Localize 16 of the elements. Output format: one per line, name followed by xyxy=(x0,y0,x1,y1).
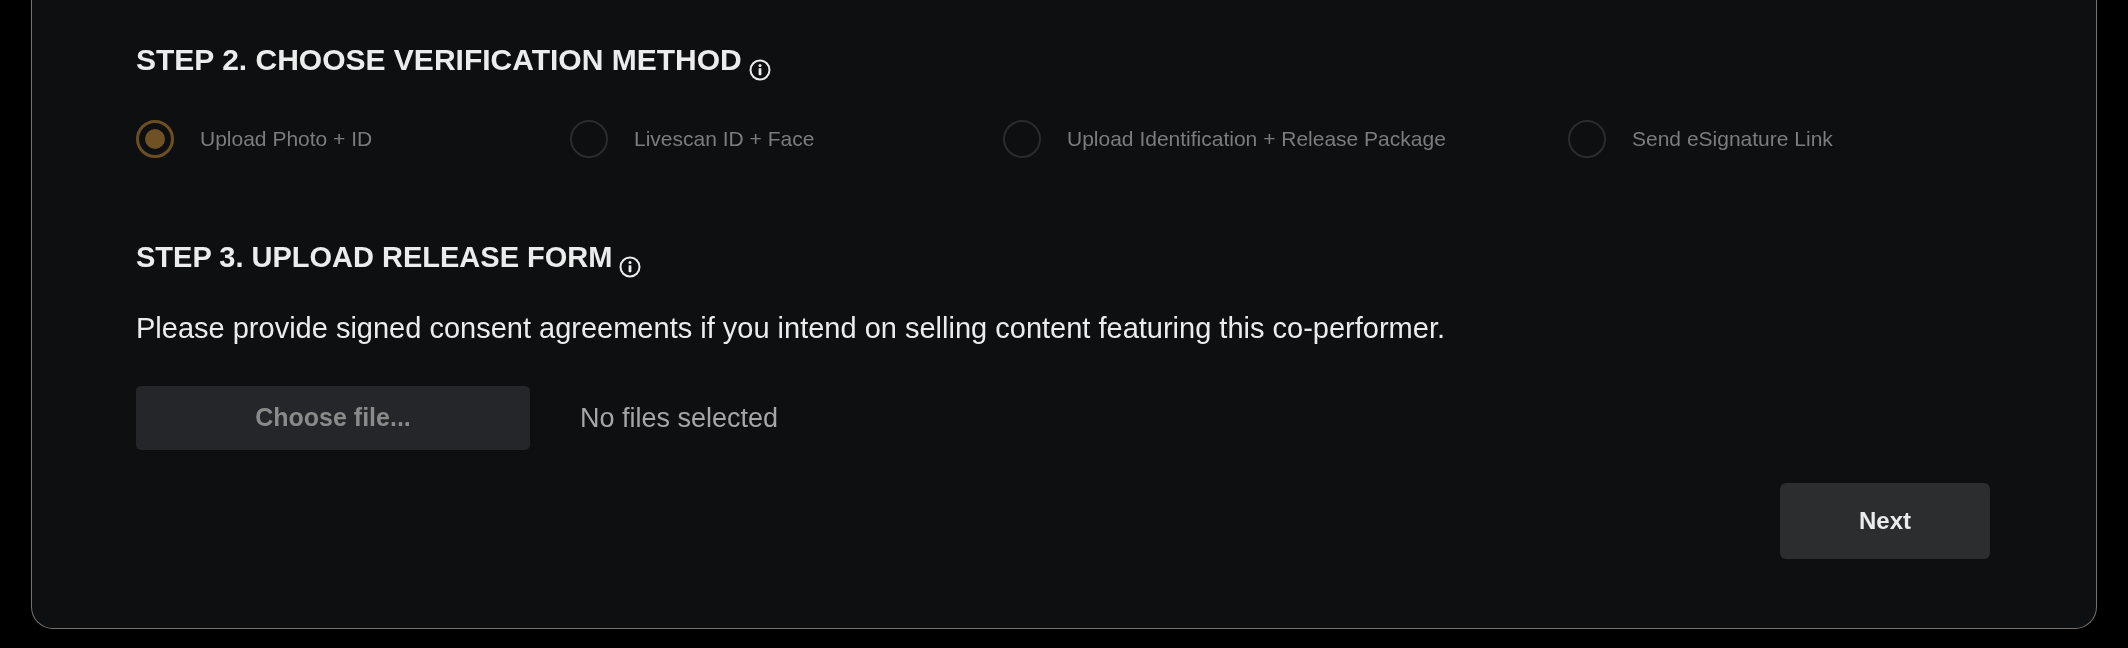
option-label[interactable]: Upload Photo + ID xyxy=(200,126,373,152)
file-status-text: No files selected xyxy=(580,401,779,435)
radio-button[interactable] xyxy=(1568,120,1606,158)
info-icon[interactable] xyxy=(619,256,642,278)
radio-button[interactable] xyxy=(136,120,174,158)
section-heading: STEP 2. CHOOSE VERIFICATION METHOD xyxy=(136,42,742,78)
description-text: Please provide signed consent agreements if you intend on selling content featuring this co-performer. xyxy=(136,311,1446,346)
option-label[interactable]: Upload Identification + Release Package xyxy=(1067,126,1446,152)
radio-button[interactable] xyxy=(1003,120,1041,158)
next-button[interactable]: Next xyxy=(1780,483,1990,559)
section-heading: STEP 3. UPLOAD RELEASE FORM xyxy=(136,240,613,275)
info-icon[interactable] xyxy=(748,59,771,81)
choose-file-button[interactable]: Choose file... xyxy=(136,386,530,450)
radio-button[interactable] xyxy=(570,120,608,158)
option-label[interactable]: Send eSignature Link xyxy=(1632,126,1833,152)
option-label[interactable]: Livescan ID + Face xyxy=(634,126,815,152)
